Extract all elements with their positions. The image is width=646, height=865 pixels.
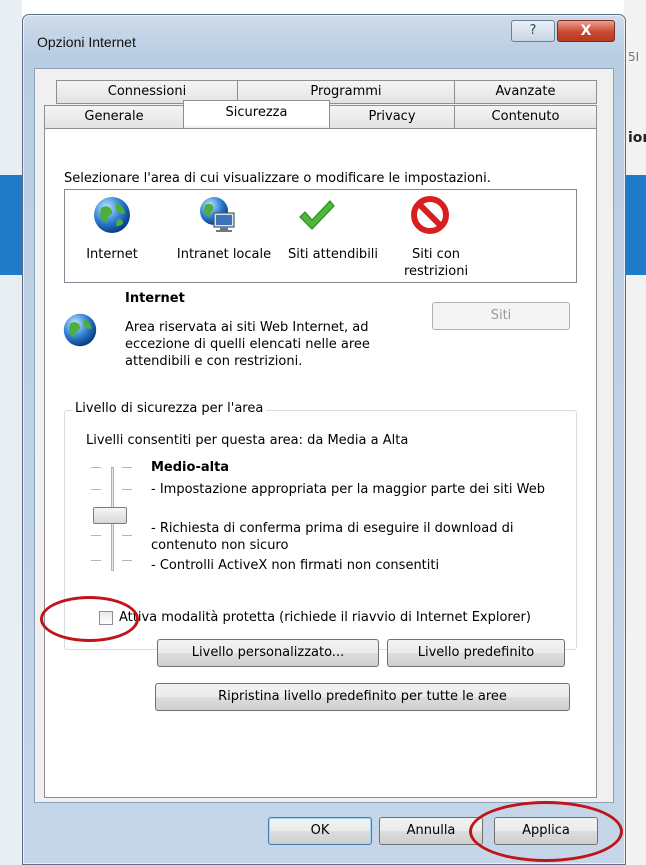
selected-zone-description: Area riservata ai siti Web Internet, ad …: [125, 320, 370, 369]
security-level-name: Medio-alta: [151, 460, 230, 475]
slider-tick: [122, 535, 132, 536]
security-level-group-title: Livello di sicurezza per l'area: [72, 401, 267, 416]
zone-intranet-label: Intranet locale: [176, 247, 272, 262]
tab-sicurezza[interactable]: Sicurezza: [183, 100, 330, 126]
selected-zone-icon: [62, 312, 98, 352]
ok-button[interactable]: OK: [268, 817, 372, 845]
background-text: 5I: [628, 50, 640, 64]
reset-all-zones-button[interactable]: Ripristina livello predefinito per tutte…: [155, 683, 570, 711]
allowed-levels-text: Livelli consentiti per questa area: da M…: [86, 433, 409, 448]
security-level-desc-1: - Impostazione appropriata per la maggio…: [151, 482, 545, 497]
background-blue-band-left: [0, 175, 22, 275]
zone-internet-label: Internet: [86, 247, 138, 262]
tab-avanzate[interactable]: Avanzate: [454, 80, 597, 104]
zone-internet[interactable]: [92, 195, 132, 239]
selected-zone-title: Internet: [125, 291, 185, 306]
zone-trusted-sites[interactable]: [296, 195, 336, 239]
checkmark-icon: [299, 200, 335, 230]
slider-tick: [122, 560, 132, 561]
slider-tick: [91, 467, 101, 468]
globe-icon: [94, 197, 130, 233]
background-app-left: [0, 0, 22, 865]
window-title: Opzioni Internet: [37, 34, 136, 50]
intranet-icon: [200, 197, 235, 232]
default-level-button[interactable]: Livello predefinito: [387, 639, 565, 667]
zone-instruction: Selezionare l'area di cui visualizzare o…: [64, 171, 491, 186]
custom-level-button[interactable]: Livello personalizzato...: [157, 639, 379, 667]
security-level-desc-2: - Richiesta di conferma prima di eseguir…: [151, 521, 514, 553]
cancel-button[interactable]: Annulla: [379, 817, 483, 845]
zone-restricted-sites[interactable]: [410, 195, 450, 239]
tab-privacy[interactable]: Privacy: [329, 105, 455, 129]
tab-generale[interactable]: Generale: [44, 105, 184, 129]
slider-tick: [122, 467, 132, 468]
protected-mode-label[interactable]: Attiva modalità protetta (richiede il ri…: [119, 610, 531, 625]
zone-restricted-sites-label: Siti con restrizioni: [403, 247, 469, 279]
tab-contenuto[interactable]: Contenuto: [454, 105, 597, 129]
zone-trusted-sites-label: Siti attendibili: [287, 247, 379, 262]
background-bold-text: ior: [628, 130, 646, 146]
slider-tick: [122, 489, 132, 490]
globe-icon: [63, 313, 97, 347]
annotation-circle-apply: [469, 801, 623, 862]
annotation-circle-checkbox: [40, 596, 139, 642]
slider-tick: [91, 535, 101, 536]
security-level-desc-3: - Controlli ActiveX non firmati non cons…: [151, 558, 440, 573]
slider-tick: [91, 489, 101, 490]
close-button[interactable]: X: [557, 20, 615, 42]
background-blue-band-right: [626, 175, 646, 275]
zone-intranet[interactable]: [198, 195, 238, 239]
slider-tick: [91, 560, 101, 561]
security-slider-thumb[interactable]: [93, 507, 127, 524]
help-button[interactable]: ?: [511, 20, 555, 42]
sites-button[interactable]: Siti: [432, 302, 570, 330]
restricted-icon: [411, 196, 449, 234]
